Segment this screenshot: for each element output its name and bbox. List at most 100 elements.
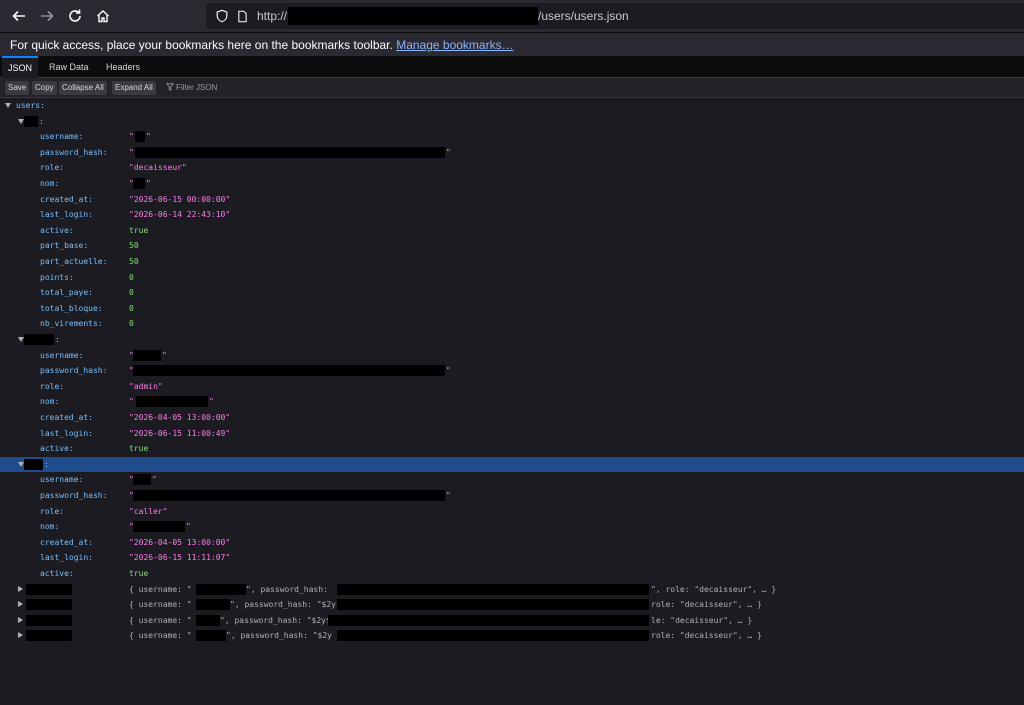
tree-row-field[interactable]: last_login: "2026-06-14 22:43:10" [0,207,1024,222]
tree-row-field[interactable]: created_at: "2026-04-05 13:00:00" [0,535,1024,550]
back-button[interactable] [7,4,31,28]
filter-json-input[interactable]: Filter JSON [166,81,217,95]
redacted-value [196,630,226,642]
tree-row-field[interactable]: nb_virements: 0 [0,316,1024,331]
tree-row-field[interactable]: username: " " [0,129,1024,144]
json-key: created_at: [40,194,93,204]
collapse-toggle-icon[interactable] [5,103,11,108]
tree-row-field[interactable]: nom: " " [0,176,1024,191]
home-icon [97,10,109,23]
json-toolbar: Save Copy Collapse All Expand All Filter… [0,78,1024,98]
tree-row-user2[interactable]: : [0,332,1024,347]
json-value-quote: " [152,475,157,485]
save-button[interactable]: Save [5,81,30,95]
redacted-value [337,583,649,595]
url-prefix: http:// [257,9,288,23]
tree-row-collapsed-user[interactable]: { username: " ", password_hash: "$2y$ le: … [0,613,1024,628]
bookmarks-hint-text: For quick access, place your bookmarks h… [10,38,393,52]
tree-row-field[interactable]: role: "admin" [0,379,1024,394]
tree-row-field[interactable]: last_login: "2026-06-15 11:00:49" [0,426,1024,441]
tree-row-field[interactable]: nom: " " [0,394,1024,409]
collapsed-preview: le: "decaisseur", … } [651,615,753,625]
json-key: role: [40,381,65,391]
tree-row-collapsed-user[interactable]: { username: " ", password_hash: "$2y role:… [0,597,1024,612]
tree-row-field[interactable]: total_bloque: 0 [0,301,1024,316]
json-value: " [129,397,134,407]
navigation-toolbar: http:// /users/users.json [0,0,1024,32]
forward-button[interactable] [35,4,59,28]
manage-bookmarks-link[interactable]: Manage bookmarks… [396,38,513,52]
page-icon[interactable] [234,8,250,24]
reload-button[interactable] [63,4,87,28]
json-value-quote: " [146,132,151,142]
copy-button[interactable]: Copy [32,81,57,95]
tree-row-field[interactable]: created_at: "2026-06-15 00:00:00" [0,192,1024,207]
json-key: users: [16,101,45,110]
tree-row-collapsed-user[interactable]: { username: " ", password_hash: "$2y role:… [0,628,1024,643]
shield-icon[interactable] [214,8,230,24]
json-tree: users:: username: " " password_hash: " " role: "… [0,98,1024,705]
tree-row-field[interactable]: last_login: "2026-06-15 11:11:07" [0,550,1024,565]
expand-toggle-icon[interactable] [18,601,23,608]
tree-row-field[interactable]: active: true [0,441,1024,456]
json-value: 0 [129,272,134,282]
tree-row-user1[interactable]: : [0,114,1024,129]
json-value: 50 [129,241,139,251]
tree-row-field[interactable]: password_hash: " " [0,145,1024,160]
tree-row-field[interactable]: points: 0 [0,270,1024,285]
expand-toggle-icon[interactable] [18,632,23,639]
json-viewer-tabs: JSON Raw Data Headers [0,56,1024,78]
tab-raw-data[interactable]: Raw Data [43,56,95,78]
tree-row-field[interactable]: part_base: 50 [0,238,1024,253]
collapsed-preview: ", role: "decaisseur", … } [651,584,777,594]
redacted-value [24,334,54,345]
expand-toggle-icon[interactable] [18,616,23,623]
tree-row-field[interactable]: active: true [0,566,1024,581]
collapsed-preview: role: "decaisseur", … } [651,631,762,641]
collapsed-preview: role: "decaisseur", … } [651,600,762,610]
tree-row-field[interactable]: part_actuelle: 50 [0,254,1024,269]
json-value: " [129,147,134,157]
expand-all-button[interactable]: Expand All [112,81,156,95]
tree-row-field[interactable]: password_hash: " " [0,363,1024,378]
collapsed-preview: { username: " [129,600,192,610]
tree-row-field[interactable]: role: "decaisseur" [0,160,1024,175]
redacted-value [136,396,208,408]
collapsed-preview: ", password_hash: "$2y$ [220,615,331,625]
tree-row-field[interactable]: role: "caller" [0,504,1024,519]
tab-json[interactable]: JSON [2,56,39,78]
tree-row-field[interactable]: created_at: "2026-04-05 13:00:00" [0,410,1024,425]
redacted-value [337,599,649,611]
json-value: 0 [129,303,134,313]
tree-row-users[interactable]: users: [0,98,1024,113]
json-key: part_base: [40,241,89,251]
json-value: true [129,444,149,454]
tree-row-collapsed-user[interactable]: { username: " ", password_hash: ", role: … [0,582,1024,597]
expand-toggle-icon[interactable] [18,585,23,592]
tree-row-user3[interactable]: : [0,456,1024,472]
filter-placeholder: Filter JSON [176,83,218,92]
tab-headers[interactable]: Headers [100,56,146,78]
home-button[interactable] [91,4,115,28]
json-key: nom: [40,179,60,188]
collapsed-preview: ", password_hash: "$2y [230,600,336,610]
redacted-value [24,115,38,127]
json-value: true [129,569,149,578]
json-key-colon: : [55,335,60,344]
collapsed-preview: ", password_hash: "$2y [226,631,332,641]
json-value: "caller" [129,506,168,516]
tree-row-field[interactable]: username: " " [0,472,1024,487]
filter-icon [166,83,174,91]
url-bar[interactable]: http:// /users/users.json [206,3,1024,29]
redacted-host [288,7,538,25]
json-value-quote: " [209,397,214,407]
tree-row-field[interactable]: total_paye: 0 [0,285,1024,300]
redacted-value [26,630,72,642]
redacted-value [133,349,161,361]
tree-row-field[interactable]: username: " " [0,348,1024,363]
tree-row-field[interactable]: password_hash: " " [0,488,1024,503]
redacted-value [135,146,445,158]
tree-row-field[interactable]: nom: " " [0,519,1024,534]
tree-row-field[interactable]: active: true [0,223,1024,238]
collapse-all-button[interactable]: Collapse All [59,81,107,95]
